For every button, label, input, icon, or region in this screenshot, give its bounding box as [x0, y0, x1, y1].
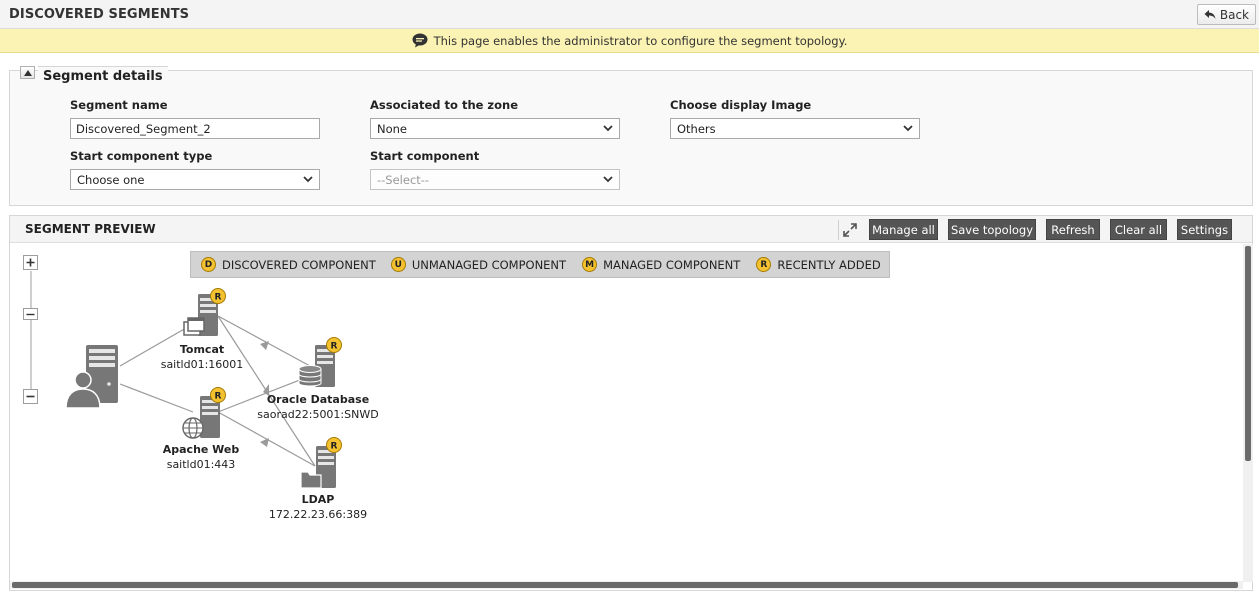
oracle-badge-icon: R [326, 337, 342, 353]
start-component-label: Start component [370, 149, 480, 163]
chevron-down-icon [603, 176, 613, 183]
display-image-select-value: Others [677, 121, 716, 136]
topology-graph[interactable]: R R R R [10, 244, 1242, 582]
apache-web-node-icon [182, 396, 220, 439]
oracle-node-name[interactable]: Oracle Database [267, 393, 369, 406]
apache-node-address: saitld01:443 [166, 458, 236, 471]
fullscreen-arrows-icon [842, 223, 857, 237]
back-arrow-icon [1204, 10, 1216, 19]
back-button-label: Back [1219, 7, 1249, 22]
client-user-node-icon [65, 345, 118, 409]
display-image-select[interactable]: Others [670, 118, 920, 139]
back-button[interactable]: Back [1196, 4, 1256, 25]
zone-select-value: None [377, 121, 408, 136]
tomcat-badge-icon: R [210, 288, 226, 304]
info-banner: This page enables the administrator to c… [0, 29, 1259, 53]
segment-name-label: Segment name [70, 98, 168, 112]
save-topology-button[interactable]: Save topology [948, 219, 1036, 240]
horizontal-scrollbar-thumb[interactable] [12, 582, 1238, 588]
ldap-node-name[interactable]: LDAP [302, 493, 335, 506]
zone-label: Associated to the zone [370, 98, 519, 112]
segment-name-input[interactable]: Discovered_Segment_2 [70, 118, 320, 139]
apache-badge-icon: R [210, 387, 226, 403]
display-image-label: Choose display Image [670, 98, 812, 112]
apache-node-name[interactable]: Apache Web [163, 443, 240, 456]
ldap-node-address: 172.22.23.66:389 [268, 508, 368, 521]
segment-preview-title: SEGMENT PREVIEW [25, 222, 156, 236]
expand-icon[interactable] [838, 220, 860, 240]
clear-all-button[interactable]: Clear all [1110, 219, 1167, 240]
refresh-button[interactable]: Refresh [1046, 219, 1100, 240]
settings-button[interactable]: Settings [1177, 219, 1232, 240]
oracle-badge-text: R [331, 342, 338, 352]
start-component-type-label: Start component type [70, 149, 213, 163]
banner-message: This page enables the administrator to c… [433, 33, 848, 48]
collapse-up-icon [23, 69, 32, 76]
tomcat-node-address: saitld01:16001 [160, 358, 244, 371]
vertical-scrollbar-thumb[interactable] [1245, 246, 1251, 461]
ldap-badge-icon: R [326, 437, 342, 453]
chevron-down-icon [303, 176, 313, 183]
speech-bubble-icon [412, 33, 428, 48]
tomcat-node-name[interactable]: Tomcat [180, 343, 224, 356]
page-title: DISCOVERED SEGMENTS [9, 7, 190, 22]
tomcat-badge-text: R [215, 293, 222, 303]
apache-badge-text: R [215, 392, 222, 402]
ldap-badge-text: R [331, 442, 338, 452]
manage-all-button[interactable]: Manage all [869, 219, 938, 240]
zone-select[interactable]: None [370, 118, 620, 139]
start-component-type-value: Choose one [77, 172, 145, 187]
collapse-details-button[interactable] [20, 66, 35, 79]
oracle-node-address: saorad22:5001:SNWD [257, 408, 379, 421]
start-component-select[interactable]: --Select-- [370, 169, 620, 190]
start-component-type-select[interactable]: Choose one [70, 169, 320, 190]
chevron-down-icon [903, 125, 913, 132]
chevron-down-icon [603, 125, 613, 132]
start-component-value: --Select-- [377, 172, 430, 187]
segment-details-title: Segment details [38, 66, 168, 86]
